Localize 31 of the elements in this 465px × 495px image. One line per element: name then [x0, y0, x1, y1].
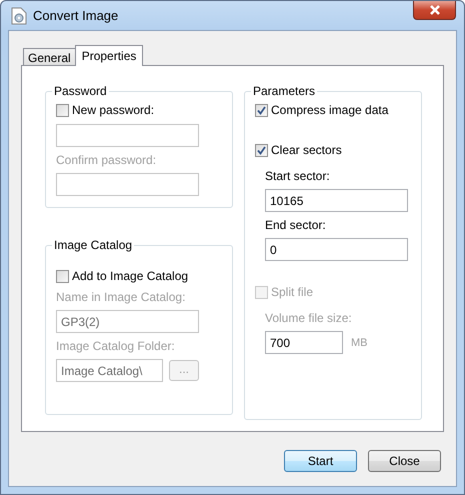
checkmark-icon: [257, 106, 266, 114]
checkbox-label: New password:: [72, 103, 154, 117]
input-field[interactable]: 0: [265, 238, 408, 261]
dialog-button[interactable]: Close: [368, 450, 441, 472]
checkbox[interactable]: [255, 104, 268, 116]
document-icon: [11, 6, 27, 24]
checkbox[interactable]: [56, 104, 69, 116]
field-label: Volume file size:: [265, 311, 353, 325]
group-title: Image Catalog: [53, 238, 134, 252]
close-icon: [428, 5, 440, 15]
checkbox-label: Add to Image Catalog: [72, 269, 188, 283]
group-title: Parameters: [252, 84, 316, 98]
close-button[interactable]: [413, 1, 456, 20]
checkbox[interactable]: [255, 144, 268, 156]
input-field[interactable]: 10165: [265, 189, 408, 212]
tab[interactable]: General: [23, 48, 76, 65]
checkbox-label: Clear sectors: [271, 143, 342, 157]
field-label: Name in Image Catalog:: [56, 290, 186, 304]
checkbox-label: Split file: [271, 285, 314, 299]
field-label: Image Catalog Folder:: [56, 339, 176, 353]
dialog-button[interactable]: Start: [284, 450, 357, 472]
checkmark-icon: [257, 146, 266, 154]
field-label: End sector:: [265, 218, 327, 232]
tab[interactable]: Properties: [74, 45, 144, 66]
field-label: Confirm password:: [56, 153, 158, 167]
checkbox[interactable]: [56, 270, 69, 282]
field-label: Start sector:: [265, 169, 331, 183]
checkbox-label: Compress image data: [271, 103, 388, 117]
window-title: Convert Image: [33, 8, 118, 23]
unit-label: MB: [351, 336, 368, 348]
group-title: Password: [53, 84, 108, 98]
